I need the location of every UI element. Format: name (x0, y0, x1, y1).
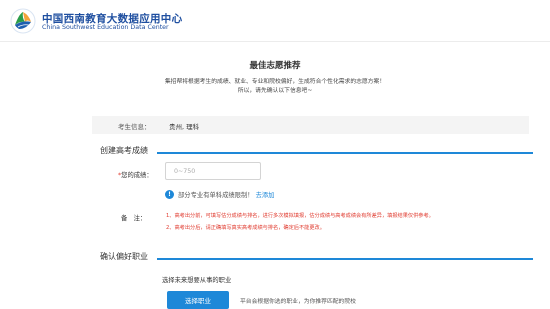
intro-text-1: 集招帮将根据考生的成绩、就业、专业和院校偏好，生成符合个性化需求的志愿方案！ (164, 79, 386, 85)
career-section-title: 确认偏好职业 (100, 252, 148, 261)
center-name-en: China Southwest Education Data Center (42, 24, 169, 31)
info-icon: ! (165, 190, 174, 199)
student-info-value: 贵州, 理科 (169, 123, 200, 131)
career-prompt: 选择未来想要从事的职业 (162, 277, 232, 284)
subject-limit-row: ! 部分专业有单科成绩限制！ 去添加 (165, 190, 274, 199)
student-info-bar: 考生信息： 贵州, 理科 (92, 116, 529, 134)
note-label: 备 注： (121, 215, 147, 222)
logo-icon (10, 8, 36, 34)
score-label-text: 您的成绩： (121, 172, 153, 179)
select-career-button[interactable]: 选择职业 (167, 291, 229, 309)
note-item-2: 2、高考出分后，请正确填写真实高考成绩与排名，确定后不能更改。 (166, 225, 325, 231)
career-description: 平台会根据你选的职业，为你推荐匹配的院校 (240, 299, 356, 305)
subject-limit-text: 部分专业有单科成绩限制！ (178, 192, 254, 199)
intro-text-2: 所以，请先确认以下信息吧~ (237, 88, 313, 94)
add-subject-score-link[interactable]: 去添加 (256, 190, 275, 199)
score-section-title: 创建高考成绩 (100, 146, 148, 155)
note-item-1: 1、高考出分前，可填写估分成绩与排名，进行多次模拟填报，估分成绩与高考成绩会有所… (166, 213, 434, 219)
page-title: 最佳志愿推荐 (249, 61, 301, 71)
score-label: *您的成绩： (118, 170, 153, 179)
score-input[interactable] (165, 162, 261, 180)
site-header: 中国西南教育大数据应用中心 China Southwest Education … (0, 0, 550, 42)
section-divider (157, 258, 533, 260)
student-info-label: 考生信息： (118, 123, 151, 131)
recommendation-card: 最佳志愿推荐 集招帮将根据考生的成绩、就业、专业和院校偏好，生成符合个性化需求的… (0, 42, 550, 309)
section-divider (157, 152, 533, 154)
